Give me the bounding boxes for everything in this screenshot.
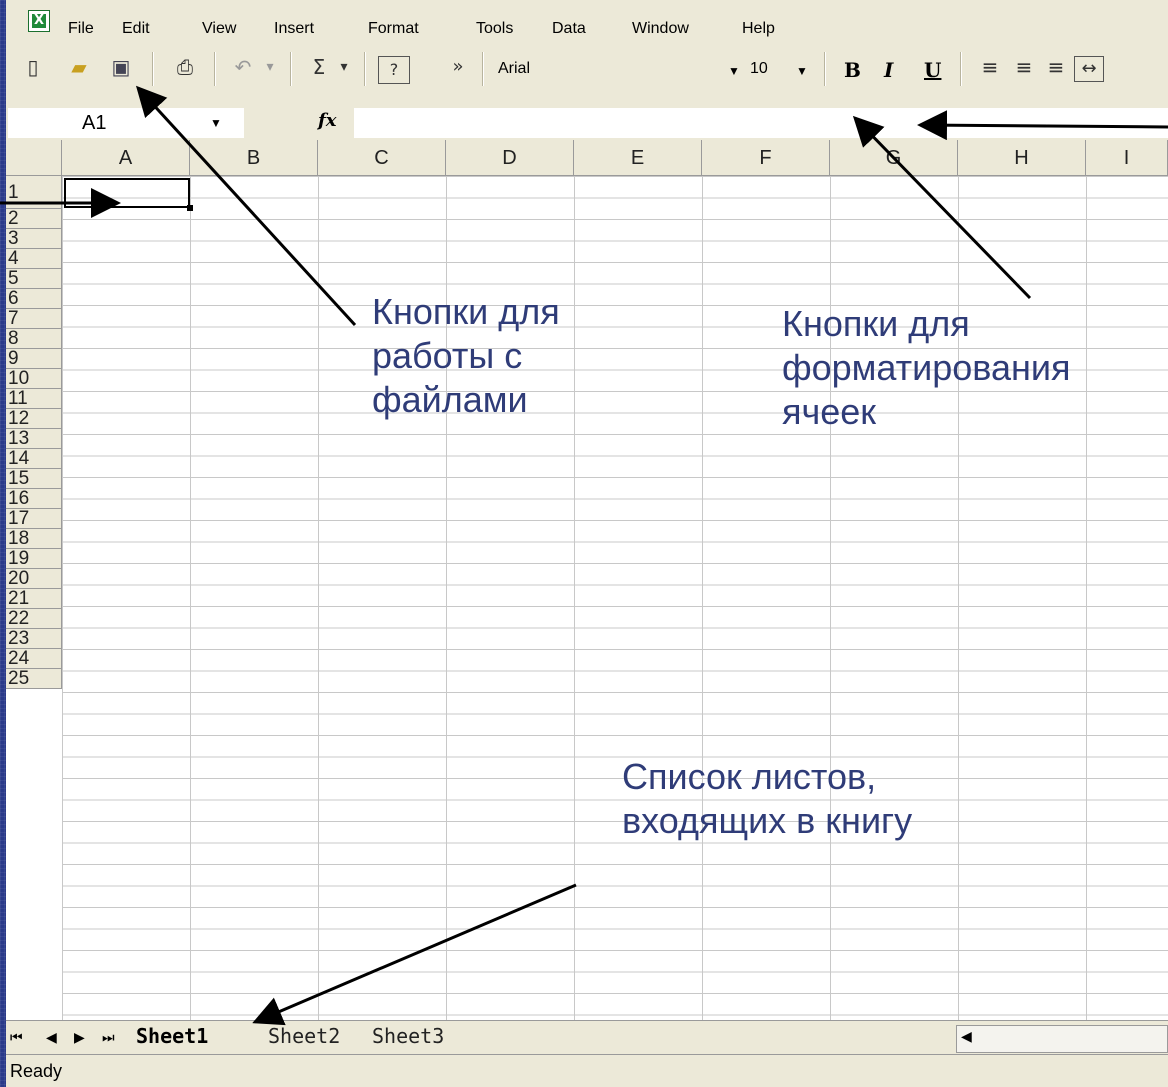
row-header[interactable]: 9 xyxy=(6,349,62,369)
row-header[interactable]: 1 xyxy=(6,176,62,209)
row-header[interactable]: 22 xyxy=(6,609,62,629)
row-header[interactable]: 17 xyxy=(6,509,62,529)
row-header[interactable]: 2 xyxy=(6,209,62,229)
print-icon[interactable]: ⎙ xyxy=(168,52,202,82)
menu-data[interactable]: Data xyxy=(552,19,586,39)
underline-button[interactable]: U xyxy=(924,58,941,82)
open-folder-icon[interactable]: ▰ xyxy=(62,52,96,82)
undo-dropdown-icon[interactable]: ▾ xyxy=(260,52,280,82)
font-size-select[interactable]: 10 xyxy=(750,52,800,86)
annotation-sheet-list: Список листов, входящих в книгу xyxy=(622,756,913,841)
row-header[interactable]: 12 xyxy=(6,409,62,429)
fx-icon[interactable]: fx xyxy=(318,110,336,131)
excel-window: File Edit View Insert Format Tools Data … xyxy=(6,0,1168,1087)
menu-tools[interactable]: Tools xyxy=(476,19,513,39)
size-dropdown-icon[interactable]: ▼ xyxy=(796,64,808,78)
toolbar-separator xyxy=(152,52,154,86)
toolbar-separator xyxy=(214,52,216,86)
toolbar-separator xyxy=(960,52,962,86)
row-header[interactable]: 6 xyxy=(6,289,62,309)
column-header[interactable]: G xyxy=(830,140,958,176)
status-bar: Ready xyxy=(6,1054,1168,1087)
annotation-file-buttons: Кнопки для работы с файлами xyxy=(372,291,560,420)
row-header[interactable]: 3 xyxy=(6,229,62,249)
bold-button[interactable]: B xyxy=(844,58,861,82)
toolbar-overflow-icon[interactable]: » xyxy=(446,52,470,82)
row-header[interactable]: 23 xyxy=(6,629,62,649)
sheet-tab-sheet3[interactable]: Sheet3 xyxy=(372,1021,444,1051)
row-header[interactable]: 19 xyxy=(6,549,62,569)
column-header[interactable]: C xyxy=(318,140,446,176)
scroll-left-icon[interactable]: ◀ xyxy=(961,1028,972,1045)
row-header[interactable]: 15 xyxy=(6,469,62,489)
autosum-dropdown-icon[interactable]: ▾ xyxy=(334,52,354,82)
font-name-select[interactable]: Arial xyxy=(490,52,726,86)
toolbar-separator xyxy=(482,52,484,86)
merge-center-icon[interactable]: ↔ xyxy=(1074,56,1104,82)
row-header[interactable]: 24 xyxy=(6,649,62,669)
new-document-icon[interactable]: ▯ xyxy=(18,52,48,82)
help-icon[interactable]: ? xyxy=(378,56,410,84)
column-header[interactable]: I xyxy=(1086,140,1168,176)
column-header[interactable]: A xyxy=(62,140,190,176)
menu-bar: File Edit View Insert Format Tools Data … xyxy=(6,0,1168,44)
menu-format[interactable]: Format xyxy=(368,19,419,39)
row-header[interactable]: 4 xyxy=(6,249,62,269)
excel-app-icon[interactable] xyxy=(28,10,50,32)
row-header[interactable]: 10 xyxy=(6,369,62,389)
next-sheet-icon[interactable]: ▶ xyxy=(74,1029,85,1046)
select-all-corner[interactable] xyxy=(6,140,62,176)
sheet-tab-sheet2[interactable]: Sheet2 xyxy=(268,1021,340,1051)
row-header[interactable]: 7 xyxy=(6,309,62,329)
annotation-format-buttons: Кнопки для форматирования ячеек xyxy=(782,303,1071,432)
font-dropdown-icon[interactable]: ▼ xyxy=(728,64,740,78)
save-icon[interactable]: ▣ xyxy=(106,52,136,82)
italic-button[interactable]: I xyxy=(884,58,893,82)
worksheet-grid: A B C D E F G H I 1 2 3 4 5 6 7 8 9 10 1… xyxy=(6,140,1168,1020)
formula-bar: A1 ▼ fx xyxy=(6,104,1168,140)
align-right-icon[interactable]: ≡ xyxy=(1042,52,1070,82)
sheet-tabs-bar: ⏮ ◀ ▶ ⏭ Sheet1 Sheet2 Sheet3 ◀ xyxy=(6,1020,1168,1055)
menu-file[interactable]: File xyxy=(68,19,94,39)
toolbar-separator xyxy=(824,52,826,86)
row-header[interactable]: 20 xyxy=(6,569,62,589)
undo-icon[interactable]: ↶ xyxy=(228,52,258,82)
align-left-icon[interactable]: ≡ xyxy=(976,52,1004,82)
column-header[interactable]: D xyxy=(446,140,574,176)
first-sheet-icon[interactable]: ⏮ xyxy=(10,1029,23,1046)
column-header[interactable]: H xyxy=(958,140,1086,176)
row-header[interactable]: 8 xyxy=(6,329,62,349)
row-header[interactable]: 5 xyxy=(6,269,62,289)
row-header[interactable]: 18 xyxy=(6,529,62,549)
sheet-tab-sheet1[interactable]: Sheet1 xyxy=(136,1021,208,1051)
name-box-dropdown-icon[interactable]: ▼ xyxy=(210,116,222,130)
toolbar: ▯ ▰ ▣ ⎙ ↶ ▾ Σ ▾ ? » Arial ▼ 10 ▼ B I U ≡… xyxy=(6,44,1168,104)
prev-sheet-icon[interactable]: ◀ xyxy=(46,1029,57,1046)
last-sheet-icon[interactable]: ⏭ xyxy=(102,1029,115,1046)
align-center-icon[interactable]: ≡ xyxy=(1010,52,1038,82)
name-box[interactable]: A1 xyxy=(8,108,244,138)
toolbar-separator xyxy=(290,52,292,86)
formula-input[interactable] xyxy=(354,108,1168,138)
menu-help[interactable]: Help xyxy=(742,19,775,39)
row-header[interactable]: 11 xyxy=(6,389,62,409)
column-header[interactable]: B xyxy=(190,140,318,176)
menu-view[interactable]: View xyxy=(202,19,236,39)
row-header[interactable]: 14 xyxy=(6,449,62,469)
row-header[interactable]: 25 xyxy=(6,669,62,689)
active-cell-a1[interactable] xyxy=(64,178,193,211)
toolbar-separator xyxy=(364,52,366,86)
horizontal-scrollbar[interactable]: ◀ xyxy=(956,1025,1168,1053)
row-header[interactable]: 16 xyxy=(6,489,62,509)
autosum-icon[interactable]: Σ xyxy=(306,52,332,82)
column-header[interactable]: E xyxy=(574,140,702,176)
column-header[interactable]: F xyxy=(702,140,830,176)
menu-insert[interactable]: Insert xyxy=(274,19,314,39)
menu-window[interactable]: Window xyxy=(632,19,689,39)
menu-edit[interactable]: Edit xyxy=(122,19,150,39)
row-header[interactable]: 21 xyxy=(6,589,62,609)
row-header[interactable]: 13 xyxy=(6,429,62,449)
